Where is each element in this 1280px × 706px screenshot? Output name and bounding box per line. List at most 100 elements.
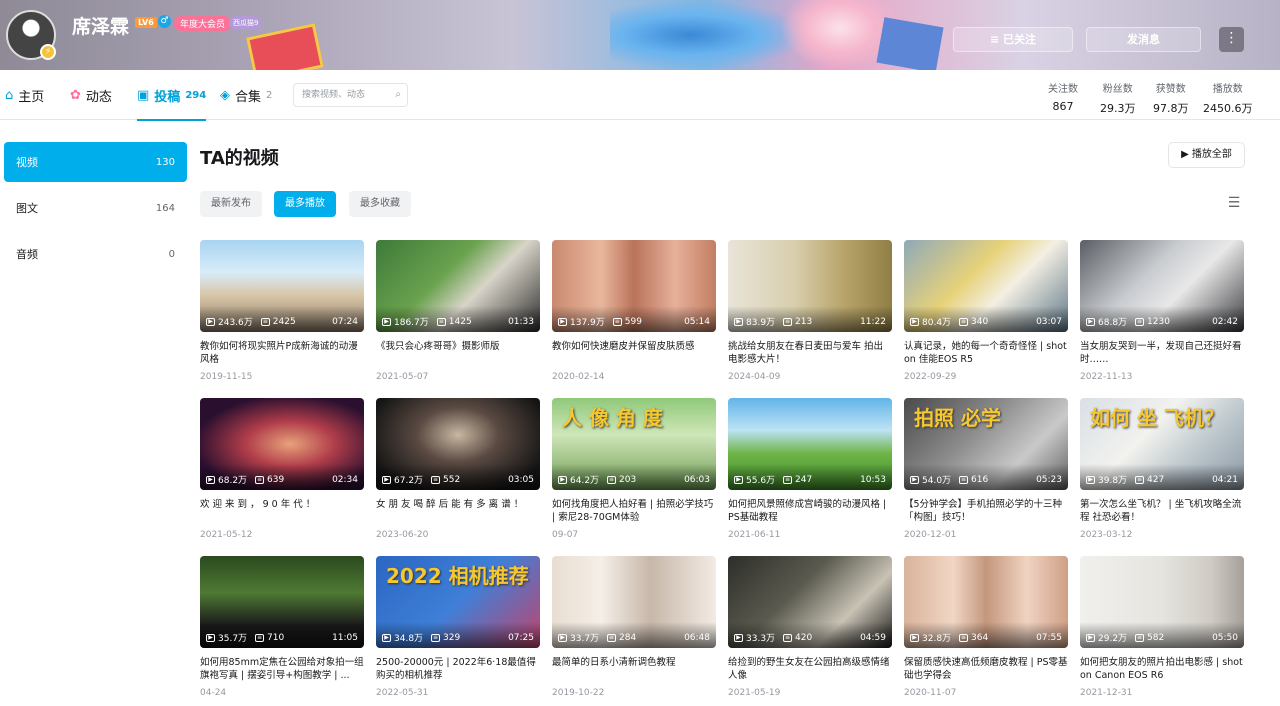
video-title[interactable]: 如何把风景照修成宫崎骏的动漫风格 | PS基础教程	[728, 498, 892, 524]
video-card[interactable]: ▶ 186.7万 ≡ 1425 01:33 《我只会心疼哥哥》摄影师版 2021-05-07	[376, 240, 540, 390]
video-thumbnail[interactable]: ▶ 68.8万 ≡ 1230 02:42	[1080, 240, 1244, 332]
video-thumbnail[interactable]: ▶ 35.7万 ≡ 710 11:05	[200, 556, 364, 648]
video-thumbnail[interactable]: ▶ 137.9万 ≡ 599 05:14	[552, 240, 716, 332]
video-title[interactable]: 【5分钟学会】手机拍照必学的十三种「构图」技巧！	[904, 498, 1068, 524]
video-card[interactable]: ▶ 29.2万 ≡ 582 05:50 如何把女朋友的照片拍出电影感 | shot on …	[1080, 556, 1244, 706]
stat-following[interactable]: 关注数 867	[1048, 80, 1078, 113]
sidebar-item-video[interactable]: 视频 130	[4, 142, 187, 182]
video-card[interactable]: ▶ 55.6万 ≡ 247 10:53 如何把风景照修成宫崎骏的动漫风格 | PS基础教程…	[728, 398, 892, 548]
video-card[interactable]: ▶ 83.9万 ≡ 213 11:22 挑战给女朋友在春日麦田与爱车 拍出电影感大片！ 20…	[728, 240, 892, 390]
play-count-icon: ▶	[1086, 317, 1095, 326]
fan-medal-badge[interactable]: 西瓜猫9	[229, 16, 263, 30]
tab-dynamic[interactable]: ✿ 动态	[70, 70, 112, 120]
play-count-icon: ▶	[206, 633, 215, 642]
video-card[interactable]: ▶ 80.4万 ≡ 340 03:07 认真记录，她的每一个奇奇怪怪 | shot on …	[904, 240, 1068, 390]
video-card[interactable]: ▶ 68.8万 ≡ 1230 02:42 当女朋友哭到一半，发现自己还挺好看时…… 2022…	[1080, 240, 1244, 390]
video-title[interactable]: 认真记录，她的每一个奇奇怪怪 | shot on 佳能EOS R5	[904, 340, 1068, 366]
video-title[interactable]: 教你如何将现实照片P成新海诚的动漫风格	[200, 340, 364, 366]
video-thumbnail[interactable]: ▶ 243.6万 ≡ 2425 07:24	[200, 240, 364, 332]
video-card[interactable]: ▶ 33.3万 ≡ 420 04:59 给捡到的野生女友在公园拍高级感情绪人像 2021-0…	[728, 556, 892, 706]
video-title[interactable]: 当女朋友哭到一半，发现自己还挺好看时……	[1080, 340, 1244, 366]
danmaku-count: 2425	[272, 316, 296, 327]
video-card[interactable]: ▶ 32.8万 ≡ 364 07:55 保留质感快速高低频磨皮教程 | PS零基础也学得会…	[904, 556, 1068, 706]
video-card[interactable]: 拍照 必学 ▶ 54.0万 ≡ 616 05:23 【5分钟学会】手机拍照必学的十三种「构图…	[904, 398, 1068, 548]
video-title[interactable]: 女 朋 友 喝 醉 后 能 有 多 离 谱 ！	[376, 498, 540, 524]
tab-home[interactable]: ⌂ 主页	[5, 70, 44, 120]
video-thumbnail[interactable]: ▶ 32.8万 ≡ 364 07:55	[904, 556, 1068, 648]
play-count-icon: ▶	[1086, 475, 1095, 484]
video-meta: ▶ 68.2万 ≡ 639 02:34	[206, 473, 358, 486]
video-thumbnail[interactable]: ▶ 68.2万 ≡ 639 02:34	[200, 398, 364, 490]
video-title[interactable]: 如何找角度把人拍好看 | 拍照必学技巧 | 索尼28-70GM体验	[552, 498, 716, 524]
video-thumbnail[interactable]: ▶ 33.7万 ≡ 284 06:48	[552, 556, 716, 648]
sidebar-item-article[interactable]: 图文 164	[4, 188, 187, 228]
video-card[interactable]: 2022 相机推荐 ▶ 34.8万 ≡ 329 07:25 2500-20000元 | 20…	[376, 556, 540, 706]
video-title[interactable]: 如何用85mm定焦在公园给对象拍一组旗袍写真 | 摆姿引导+构图教学 | ...	[200, 656, 364, 682]
tab-count: 2	[266, 89, 273, 101]
message-button[interactable]: 发消息	[1086, 27, 1201, 52]
video-title[interactable]: 挑战给女朋友在春日麦田与爱车 拍出电影感大片！	[728, 340, 892, 366]
video-title[interactable]: 《我只会心疼哥哥》摄影师版	[376, 340, 540, 366]
video-title[interactable]: 最简单的日系小清新调色教程	[552, 656, 716, 682]
sort-latest[interactable]: 最新发布	[200, 191, 262, 217]
tab-count: 294	[185, 89, 207, 101]
video-date: 2021-05-19	[728, 688, 781, 698]
video-title[interactable]: 2500-20000元 | 2022年6·18最值得购买的相机推荐	[376, 656, 540, 682]
video-card[interactable]: 人 像 角 度 ▶ 64.2万 ≡ 203 06:03 如何找角度把人拍好看 | 拍照必学技…	[552, 398, 716, 548]
play-count: 80.4万	[922, 318, 952, 328]
video-title[interactable]: 教你如何快速磨皮并保留皮肤质感	[552, 340, 716, 366]
list-view-icon[interactable]: ☰	[1225, 194, 1243, 212]
video-card[interactable]: ▶ 68.2万 ≡ 639 02:34 欢 迎 来 到 ， 9 0 年 代 ！ 2021-0…	[200, 398, 364, 548]
upload-icon: ▣	[137, 87, 150, 103]
username[interactable]: 席泽霖	[72, 12, 129, 39]
video-thumbnail[interactable]: ▶ 83.9万 ≡ 213 11:22	[728, 240, 892, 332]
danmaku-count: 329	[443, 632, 461, 643]
more-options-icon[interactable]: ⋮	[1219, 27, 1244, 52]
video-title[interactable]: 如何把女朋友的照片拍出电影感 | shot on Canon EOS R6	[1080, 656, 1244, 682]
sidebar-item-label: 音频	[16, 248, 38, 261]
video-card[interactable]: ▶ 67.2万 ≡ 552 03:05 女 朋 友 喝 醉 后 能 有 多 离 谱 ！ 20…	[376, 398, 540, 548]
play-count-icon: ▶	[558, 633, 567, 642]
sort-most-favorited[interactable]: 最多收藏	[349, 191, 411, 217]
video-title[interactable]: 保留质感快速高低频磨皮教程 | PS零基础也学得会	[904, 656, 1068, 682]
video-card[interactable]: ▶ 243.6万 ≡ 2425 07:24 教你如何将现实照片P成新海诚的动漫风格 2019…	[200, 240, 364, 390]
video-thumbnail[interactable]: ▶ 67.2万 ≡ 552 03:05	[376, 398, 540, 490]
video-duration: 07:55	[1036, 632, 1062, 643]
play-all-button[interactable]: ▶ 播放全部	[1168, 142, 1245, 168]
stat-value: 867	[1052, 100, 1074, 113]
video-card[interactable]: ▶ 33.7万 ≡ 284 06:48 最简单的日系小清新调色教程 2019-10-22	[552, 556, 716, 706]
video-duration: 07:25	[508, 632, 534, 643]
play-count-icon: ▶	[206, 475, 215, 484]
sidebar-item-audio[interactable]: 音频 0	[4, 234, 187, 274]
video-card[interactable]: ▶ 35.7万 ≡ 710 11:05 如何用85mm定焦在公园给对象拍一组旗袍写真 | …	[200, 556, 364, 706]
video-thumbnail[interactable]: ▶ 33.3万 ≡ 420 04:59	[728, 556, 892, 648]
search-icon[interactable]: ⌕	[395, 84, 401, 106]
video-title[interactable]: 给捡到的野生女友在公园拍高级感情绪人像	[728, 656, 892, 682]
video-thumbnail[interactable]: 拍照 必学 ▶ 54.0万 ≡ 616 05:23	[904, 398, 1068, 490]
video-card[interactable]: ▶ 137.9万 ≡ 599 05:14 教你如何快速磨皮并保留皮肤质感 2020-02-1…	[552, 240, 716, 390]
sort-most-played[interactable]: 最多播放	[274, 191, 336, 217]
video-title[interactable]: 第一次怎么坐飞机？ | 坐飞机攻略全流程 社恐必看！	[1080, 498, 1244, 524]
video-date: 2020-12-01	[904, 530, 957, 540]
tab-collections[interactable]: ◈ 合集 2	[220, 70, 272, 120]
video-thumbnail[interactable]: ▶ 186.7万 ≡ 1425 01:33	[376, 240, 540, 332]
tab-uploads[interactable]: ▣ 投稿 294	[137, 70, 207, 121]
vip-badge[interactable]: 年度大会员	[174, 16, 232, 31]
follow-button[interactable]: ≡ 已关注	[953, 27, 1073, 52]
video-meta: ▶ 55.6万 ≡ 247 10:53	[734, 473, 886, 486]
video-thumbnail[interactable]: ▶ 80.4万 ≡ 340 03:07	[904, 240, 1068, 332]
video-thumbnail[interactable]: 2022 相机推荐 ▶ 34.8万 ≡ 329 07:25	[376, 556, 540, 648]
video-title[interactable]: 欢 迎 来 到 ， 9 0 年 代 ！	[200, 498, 364, 524]
video-card[interactable]: 如何 坐 飞机？ ▶ 39.8万 ≡ 427 04:21 第一次怎么坐飞机？ | 坐飞机攻略…	[1080, 398, 1244, 548]
video-meta: ▶ 39.8万 ≡ 427 04:21	[1086, 473, 1238, 486]
video-thumbnail[interactable]: 人 像 角 度 ▶ 64.2万 ≡ 203 06:03	[552, 398, 716, 490]
video-date: 2021-05-12	[200, 530, 253, 540]
video-thumbnail[interactable]: ▶ 55.6万 ≡ 247 10:53	[728, 398, 892, 490]
video-meta: ▶ 80.4万 ≡ 340 03:07	[910, 315, 1062, 328]
danmaku-count: 427	[1147, 474, 1165, 485]
video-duration: 11:22	[860, 316, 886, 327]
video-thumbnail[interactable]: ▶ 29.2万 ≡ 582 05:50	[1080, 556, 1244, 648]
stat-followers[interactable]: 粉丝数 29.3万	[1100, 80, 1136, 116]
search-input[interactable]: 搜索视频、动态 ⌕	[293, 83, 408, 107]
video-thumbnail[interactable]: 如何 坐 飞机？ ▶ 39.8万 ≡ 427 04:21	[1080, 398, 1244, 490]
